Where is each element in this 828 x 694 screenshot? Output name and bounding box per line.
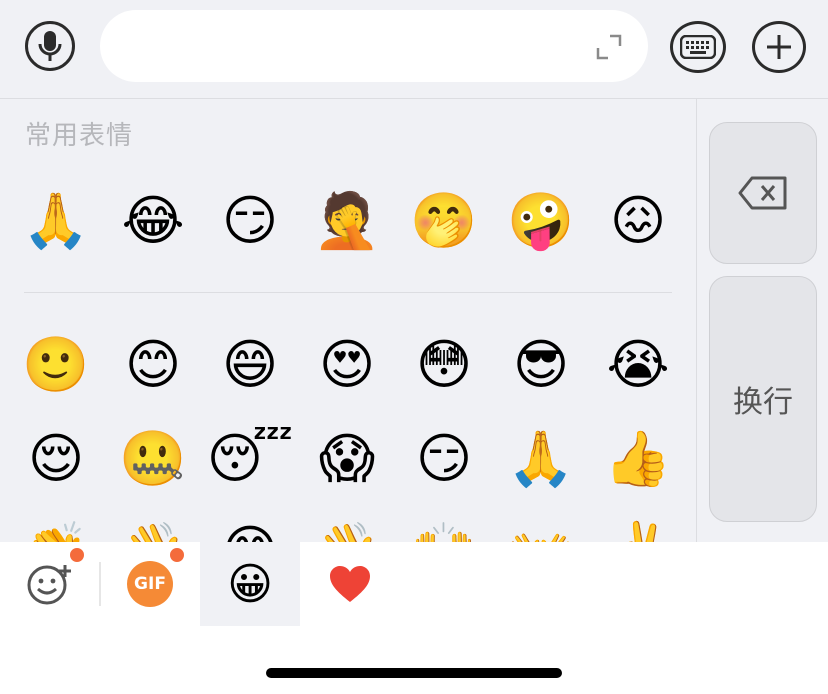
frequent-emoji[interactable]: 🤭: [410, 189, 477, 253]
frequent-emoji[interactable]: 😏: [218, 189, 282, 253]
emoji-item[interactable]: 🙌: [410, 519, 477, 542]
add-sticker-icon: [27, 565, 71, 605]
microphone-icon: [38, 31, 62, 61]
frequent-emoji[interactable]: 😖: [606, 189, 670, 253]
more-options-button[interactable]: [752, 21, 806, 73]
emoji-item[interactable]: 😂: [218, 519, 282, 542]
keyboard-icon: [680, 35, 716, 59]
backspace-icon: [738, 176, 787, 210]
emoji-item[interactable]: 😭: [606, 333, 670, 397]
section-divider: [24, 292, 672, 293]
input-toolbar: [0, 0, 828, 99]
emoji-item[interactable]: 👋: [313, 519, 380, 542]
emoji-item[interactable]: 😊: [121, 333, 185, 397]
gif-icon: GIF: [127, 561, 173, 607]
emoji-item[interactable]: 😱: [315, 427, 379, 491]
emoji-item[interactable]: 🤐: [119, 427, 186, 491]
tab-favorites[interactable]: [300, 542, 400, 626]
emoji-item[interactable]: 😌: [24, 427, 88, 491]
emoji-item[interactable]: 🙏: [507, 427, 574, 491]
notification-dot: [168, 546, 186, 564]
emoji-item[interactable]: 👐: [507, 519, 574, 542]
emoji-category-tabbar: GIF 😀: [0, 542, 828, 626]
emoji-item[interactable]: 👋: [119, 519, 186, 542]
tab-emoji[interactable]: 😀: [200, 542, 300, 626]
emoji-item[interactable]: 😍: [315, 333, 379, 397]
emoji-item[interactable]: 😎: [509, 333, 573, 397]
frequent-emoji[interactable]: 🤪: [507, 189, 574, 253]
tab-gif[interactable]: GIF: [100, 542, 200, 626]
expand-icon[interactable]: [596, 34, 622, 60]
frequent-emoji[interactable]: 🤦: [313, 189, 380, 253]
frequent-emoji[interactable]: 😂: [121, 189, 185, 253]
section-title: 常用表情: [25, 121, 134, 151]
emoji-item[interactable]: 😏: [412, 427, 476, 491]
emoji-item[interactable]: 😳: [412, 333, 476, 397]
home-indicator[interactable]: [266, 668, 562, 678]
newline-label: 换行: [733, 385, 793, 420]
message-input[interactable]: [100, 10, 648, 82]
emoji-item[interactable]: 👏: [22, 519, 89, 542]
emoji-item[interactable]: 🙂: [22, 333, 89, 397]
emoji-item[interactable]: 😴: [207, 427, 294, 491]
keyboard-button[interactable]: [670, 21, 726, 73]
smiley-icon: 😀: [227, 558, 273, 610]
emoji-item[interactable]: 👍: [604, 427, 671, 491]
heart-icon: [330, 566, 370, 602]
backspace-button[interactable]: [709, 122, 817, 264]
newline-button[interactable]: 换行: [709, 276, 817, 522]
emoji-panel: 常用表情 🙏 😂 😏 🤦 🤭 🤪 😖 🙂 😊 😄 😍 😳 😎 😭 😌 🤐 😴 😱…: [0, 99, 828, 542]
notification-dot: [68, 546, 86, 564]
voice-input-button[interactable]: [25, 21, 75, 71]
tab-add-sticker[interactable]: [0, 542, 100, 626]
plus-icon: [767, 35, 791, 59]
gif-label: GIF: [134, 574, 166, 594]
emoji-item[interactable]: 😄: [218, 333, 282, 397]
frequent-emoji[interactable]: 🙏: [22, 189, 89, 253]
emoji-item[interactable]: ✌️: [604, 519, 671, 542]
panel-divider: [696, 99, 697, 542]
